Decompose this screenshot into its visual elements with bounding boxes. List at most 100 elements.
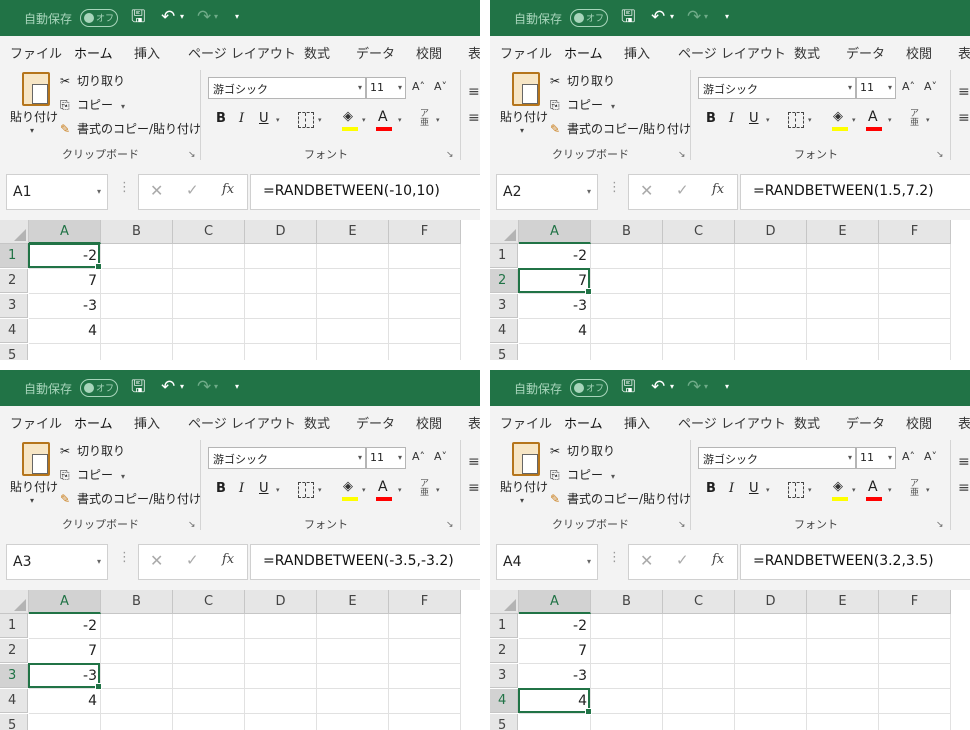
autosave-toggle[interactable]: オフ (80, 9, 118, 27)
cell-c3[interactable] (173, 664, 245, 689)
paste-dropdown-icon[interactable]: ▾ (30, 496, 34, 505)
tab-formulas[interactable]: 数式 (794, 43, 820, 62)
fill-color-icon[interactable]: ◈ (343, 109, 353, 124)
cell-e1[interactable] (317, 614, 389, 639)
column-header-f[interactable]: F (389, 590, 461, 614)
cut-button[interactable]: ✂ 切り取り (550, 72, 615, 89)
phonetic-guide-icon[interactable]: ア亜 (420, 110, 429, 128)
format-painter-button[interactable]: ✎ 書式のコピー/貼り付け (60, 490, 201, 507)
align-top-icon[interactable]: ≡ (958, 454, 970, 470)
redo-icon[interactable]: ↷ (197, 377, 211, 397)
insert-function-icon[interactable]: fx (222, 182, 234, 197)
undo-icon[interactable]: ↶ (161, 377, 175, 397)
row-header-3[interactable]: 3 (490, 294, 518, 318)
cell-a5[interactable] (29, 714, 101, 730)
cell-c2[interactable] (663, 269, 735, 294)
row-header-3[interactable]: 3 (0, 664, 28, 688)
cell-d2[interactable] (735, 639, 807, 664)
row-header-4[interactable]: 4 (0, 319, 28, 343)
font-color-button[interactable]: A (868, 109, 878, 125)
cancel-icon[interactable]: ✕ (150, 181, 163, 200)
bold-button[interactable]: B (216, 111, 226, 126)
cell-c5[interactable] (663, 344, 735, 360)
cell-b3[interactable] (591, 664, 663, 689)
fill-color-icon[interactable]: ◈ (833, 109, 843, 124)
autosave-toggle[interactable]: オフ (80, 379, 118, 397)
cell-c3[interactable] (663, 664, 735, 689)
tab-page-layout[interactable]: ページ レイアウト (678, 43, 786, 62)
row-header-1[interactable]: 1 (0, 614, 28, 638)
bold-button[interactable]: B (706, 481, 716, 496)
customize-toolbar-icon[interactable]: ▾ (235, 12, 239, 21)
font-launcher-icon[interactable]: ↘ (446, 520, 454, 530)
redo-icon[interactable]: ↷ (687, 7, 701, 27)
font-name-select[interactable]: 游ゴシック ▾ (698, 77, 856, 99)
cell-d2[interactable] (735, 269, 807, 294)
column-header-b[interactable]: B (591, 590, 663, 614)
underline-button[interactable]: U (749, 481, 759, 496)
cell-b1[interactable] (101, 614, 173, 639)
phonetic-dropdown-icon[interactable]: ▾ (436, 116, 440, 124)
cell-b4[interactable] (101, 689, 173, 714)
active-cell-outline[interactable] (518, 688, 592, 715)
active-cell-outline[interactable] (518, 268, 592, 295)
paste-icon[interactable] (22, 442, 50, 476)
redo-dropdown-icon[interactable]: ▾ (704, 382, 708, 391)
fill-color-dropdown-icon[interactable]: ▾ (852, 486, 856, 494)
cell-d1[interactable] (735, 614, 807, 639)
tab-review[interactable]: 校閲 (416, 413, 442, 432)
cell-f4[interactable] (389, 319, 461, 344)
align-left-icon[interactable]: ≡ (468, 110, 480, 126)
cancel-icon[interactable]: ✕ (640, 551, 653, 570)
italic-button[interactable]: I (239, 111, 244, 126)
cell-e4[interactable] (807, 689, 879, 714)
tab-file[interactable]: ファイル (500, 43, 552, 62)
cell-e2[interactable] (807, 269, 879, 294)
paste-dropdown-icon[interactable]: ▾ (30, 126, 34, 135)
font-color-dropdown-icon[interactable]: ▾ (398, 486, 402, 494)
insert-function-icon[interactable]: fx (712, 182, 724, 197)
column-header-b[interactable]: B (591, 220, 663, 244)
autosave-toggle[interactable]: オフ (570, 379, 608, 397)
column-header-a[interactable]: A (29, 590, 101, 614)
tab-review[interactable]: 校閲 (906, 413, 932, 432)
cell-c1[interactable] (173, 614, 245, 639)
decrease-font-size-icon[interactable]: A˅ (434, 450, 447, 463)
column-header-a[interactable]: A (519, 590, 591, 614)
name-box[interactable]: A2 ▾ (496, 174, 598, 210)
font-color-dropdown-icon[interactable]: ▾ (398, 116, 402, 124)
cell-c2[interactable] (173, 269, 245, 294)
cell-f4[interactable] (389, 689, 461, 714)
underline-button[interactable]: U (259, 481, 269, 496)
save-icon[interactable]: 🖫 (131, 377, 145, 397)
column-header-a[interactable]: A (519, 220, 591, 244)
cell-f1[interactable] (389, 614, 461, 639)
column-header-a[interactable]: A (29, 220, 101, 244)
column-header-e[interactable]: E (317, 590, 389, 614)
row-header-4[interactable]: 4 (0, 689, 28, 713)
cell-b2[interactable] (591, 639, 663, 664)
cell-d1[interactable] (245, 244, 317, 269)
cell-e3[interactable] (317, 294, 389, 319)
cell-b5[interactable] (101, 714, 173, 730)
column-header-d[interactable]: D (735, 220, 807, 244)
align-top-icon[interactable]: ≡ (468, 454, 480, 470)
row-header-4[interactable]: 4 (490, 689, 518, 713)
phonetic-guide-icon[interactable]: ア亜 (910, 110, 919, 128)
save-icon[interactable]: 🖫 (621, 7, 635, 27)
font-launcher-icon[interactable]: ↘ (446, 150, 454, 160)
row-header-2[interactable]: 2 (0, 639, 28, 663)
cell-c3[interactable] (173, 294, 245, 319)
cell-a5[interactable] (519, 714, 591, 730)
cell-b5[interactable] (591, 344, 663, 360)
redo-dropdown-icon[interactable]: ▾ (214, 382, 218, 391)
fill-color-icon[interactable]: ◈ (833, 479, 843, 494)
font-color-button[interactable]: A (378, 109, 388, 125)
cell-b1[interactable] (591, 244, 663, 269)
clipboard-launcher-icon[interactable]: ↘ (678, 520, 686, 530)
clipboard-launcher-icon[interactable]: ↘ (188, 520, 196, 530)
row-header-2[interactable]: 2 (490, 639, 518, 663)
enter-icon[interactable]: ✓ (186, 181, 199, 199)
tab-file[interactable]: ファイル (10, 413, 62, 432)
undo-dropdown-icon[interactable]: ▾ (670, 382, 674, 391)
